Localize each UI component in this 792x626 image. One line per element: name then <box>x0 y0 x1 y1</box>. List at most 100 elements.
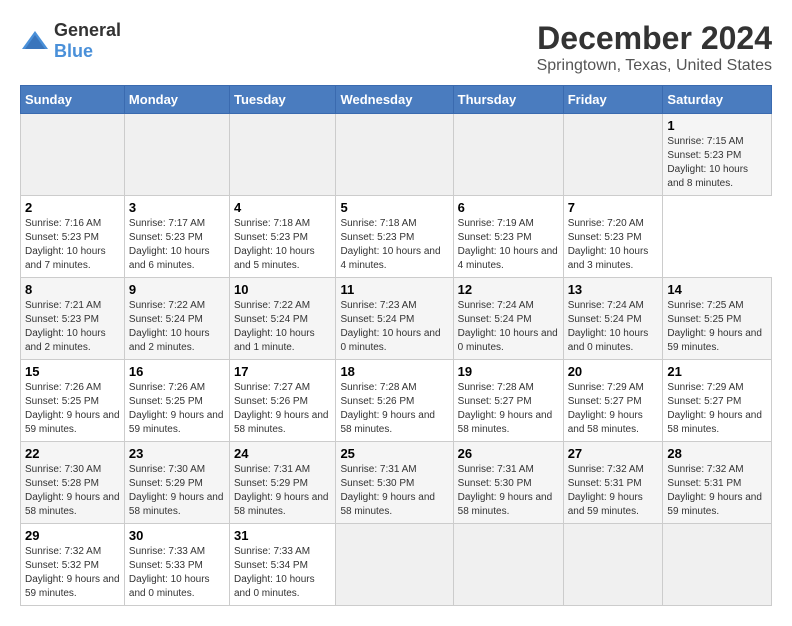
day-cell: 17 Sunrise: 7:27 AM Sunset: 5:26 PM Dayli… <box>229 360 335 442</box>
day-number: 27 <box>568 446 659 461</box>
day-info: Sunrise: 7:32 AM Sunset: 5:31 PM Dayligh… <box>568 463 659 519</box>
day-number: 16 <box>129 364 225 379</box>
day-cell: 13 Sunrise: 7:24 AM Sunset: 5:24 PM Dayli… <box>563 278 663 360</box>
day-info: Sunrise: 7:21 AM Sunset: 5:23 PM Dayligh… <box>25 299 120 355</box>
day-cell <box>336 114 453 196</box>
day-number: 24 <box>234 446 331 461</box>
logo-text: General Blue <box>54 20 121 62</box>
day-cell: 6 Sunrise: 7:19 AM Sunset: 5:23 PM Daylig… <box>453 196 563 278</box>
day-info: Sunrise: 7:33 AM Sunset: 5:34 PM Dayligh… <box>234 545 331 601</box>
header-tuesday: Tuesday <box>229 86 335 114</box>
header-thursday: Thursday <box>453 86 563 114</box>
day-number: 4 <box>234 200 331 215</box>
day-cell: 9Sunrise: 7:22 AM Sunset: 5:24 PM Daylig… <box>124 278 229 360</box>
day-cell: 25 Sunrise: 7:31 AM Sunset: 5:30 PM Dayli… <box>336 442 453 524</box>
day-cell <box>663 524 772 606</box>
day-cell <box>563 524 663 606</box>
day-number: 31 <box>234 528 331 543</box>
day-number: 26 <box>458 446 559 461</box>
day-cell <box>229 114 335 196</box>
header-monday: Monday <box>124 86 229 114</box>
day-cell: 2Sunrise: 7:16 AM Sunset: 5:23 PM Daylig… <box>21 196 125 278</box>
day-info: Sunrise: 7:28 AM Sunset: 5:26 PM Dayligh… <box>340 381 448 437</box>
day-cell <box>336 524 453 606</box>
week-row-1: 2Sunrise: 7:16 AM Sunset: 5:23 PM Daylig… <box>21 196 772 278</box>
day-info: Sunrise: 7:18 AM Sunset: 5:23 PM Dayligh… <box>340 217 448 273</box>
day-cell: 19Sunrise: 7:28 AM Sunset: 5:27 PM Dayli… <box>453 360 563 442</box>
logo: General Blue <box>20 20 121 62</box>
day-info: Sunrise: 7:27 AM Sunset: 5:26 PM Dayligh… <box>234 381 331 437</box>
day-info: Sunrise: 7:33 AM Sunset: 5:33 PM Dayligh… <box>129 545 225 601</box>
day-info: Sunrise: 7:26 AM Sunset: 5:25 PM Dayligh… <box>25 381 120 437</box>
day-info: Sunrise: 7:31 AM Sunset: 5:30 PM Dayligh… <box>458 463 559 519</box>
header-saturday: Saturday <box>663 86 772 114</box>
day-number: 6 <box>458 200 559 215</box>
day-cell: 29 Sunrise: 7:32 AM Sunset: 5:32 PM Dayli… <box>21 524 125 606</box>
day-info: Sunrise: 7:32 AM Sunset: 5:31 PM Dayligh… <box>667 463 767 519</box>
week-row-3: 15Sunrise: 7:26 AM Sunset: 5:25 PM Dayli… <box>21 360 772 442</box>
day-cell: 28 Sunrise: 7:32 AM Sunset: 5:31 PM Dayli… <box>663 442 772 524</box>
day-info: Sunrise: 7:31 AM Sunset: 5:29 PM Dayligh… <box>234 463 331 519</box>
day-info: Sunrise: 7:20 AM Sunset: 5:23 PM Dayligh… <box>568 217 659 273</box>
day-cell: 1Sunrise: 7:15 AM Sunset: 5:23 PM Daylig… <box>663 114 772 196</box>
day-number: 2 <box>25 200 120 215</box>
calendar-table: SundayMondayTuesdayWednesdayThursdayFrid… <box>20 85 772 606</box>
header-sunday: Sunday <box>21 86 125 114</box>
day-cell: 10Sunrise: 7:22 AM Sunset: 5:24 PM Dayli… <box>229 278 335 360</box>
day-number: 5 <box>340 200 448 215</box>
day-cell: 21Sunrise: 7:29 AM Sunset: 5:27 PM Dayli… <box>663 360 772 442</box>
day-number: 17 <box>234 364 331 379</box>
day-cell: 23 Sunrise: 7:30 AM Sunset: 5:29 PM Dayli… <box>124 442 229 524</box>
day-number: 22 <box>25 446 120 461</box>
day-number: 29 <box>25 528 120 543</box>
header-friday: Friday <box>563 86 663 114</box>
week-row-2: 8 Sunrise: 7:21 AM Sunset: 5:23 PM Daylig… <box>21 278 772 360</box>
day-info: Sunrise: 7:31 AM Sunset: 5:30 PM Dayligh… <box>340 463 448 519</box>
logo-general: General <box>54 20 121 40</box>
day-cell: 24 Sunrise: 7:31 AM Sunset: 5:29 PM Dayli… <box>229 442 335 524</box>
day-info: Sunrise: 7:19 AM Sunset: 5:23 PM Dayligh… <box>458 217 559 273</box>
day-cell: 4 Sunrise: 7:18 AM Sunset: 5:23 PM Daylig… <box>229 196 335 278</box>
week-row-0: 1Sunrise: 7:15 AM Sunset: 5:23 PM Daylig… <box>21 114 772 196</box>
day-number: 8 <box>25 282 120 297</box>
day-info: Sunrise: 7:28 AM Sunset: 5:27 PM Dayligh… <box>458 381 559 437</box>
day-cell: 11Sunrise: 7:23 AM Sunset: 5:24 PM Dayli… <box>336 278 453 360</box>
title-area: December 2024 Springtown, Texas, United … <box>537 20 772 75</box>
day-info: Sunrise: 7:18 AM Sunset: 5:23 PM Dayligh… <box>234 217 331 273</box>
day-cell: 20Sunrise: 7:29 AM Sunset: 5:27 PM Dayli… <box>563 360 663 442</box>
day-info: Sunrise: 7:26 AM Sunset: 5:25 PM Dayligh… <box>129 381 225 437</box>
day-cell: 22 Sunrise: 7:30 AM Sunset: 5:28 PM Dayli… <box>21 442 125 524</box>
day-number: 18 <box>340 364 448 379</box>
day-number: 9 <box>129 282 225 297</box>
main-title: December 2024 <box>537 20 772 57</box>
logo-icon <box>20 29 50 53</box>
day-number: 7 <box>568 200 659 215</box>
day-number: 25 <box>340 446 448 461</box>
day-info: Sunrise: 7:32 AM Sunset: 5:32 PM Dayligh… <box>25 545 120 601</box>
day-cell: 30 Sunrise: 7:33 AM Sunset: 5:33 PM Dayli… <box>124 524 229 606</box>
day-info: Sunrise: 7:30 AM Sunset: 5:28 PM Dayligh… <box>25 463 120 519</box>
day-number: 23 <box>129 446 225 461</box>
day-cell: 12Sunrise: 7:24 AM Sunset: 5:24 PM Dayli… <box>453 278 563 360</box>
day-cell: 5 Sunrise: 7:18 AM Sunset: 5:23 PM Daylig… <box>336 196 453 278</box>
day-cell <box>21 114 125 196</box>
day-number: 30 <box>129 528 225 543</box>
day-number: 28 <box>667 446 767 461</box>
day-cell: 14Sunrise: 7:25 AM Sunset: 5:25 PM Dayli… <box>663 278 772 360</box>
day-cell: 16 Sunrise: 7:26 AM Sunset: 5:25 PM Dayli… <box>124 360 229 442</box>
subtitle: Springtown, Texas, United States <box>537 57 772 75</box>
day-number: 13 <box>568 282 659 297</box>
day-cell: 3Sunrise: 7:17 AM Sunset: 5:23 PM Daylig… <box>124 196 229 278</box>
day-cell: 27 Sunrise: 7:32 AM Sunset: 5:31 PM Dayli… <box>563 442 663 524</box>
day-cell: 26 Sunrise: 7:31 AM Sunset: 5:30 PM Dayli… <box>453 442 563 524</box>
day-number: 20 <box>568 364 659 379</box>
day-info: Sunrise: 7:23 AM Sunset: 5:24 PM Dayligh… <box>340 299 448 355</box>
day-info: Sunrise: 7:24 AM Sunset: 5:24 PM Dayligh… <box>568 299 659 355</box>
day-cell: 7 Sunrise: 7:20 AM Sunset: 5:23 PM Daylig… <box>563 196 663 278</box>
day-cell: 15Sunrise: 7:26 AM Sunset: 5:25 PM Dayli… <box>21 360 125 442</box>
day-info: Sunrise: 7:30 AM Sunset: 5:29 PM Dayligh… <box>129 463 225 519</box>
day-cell: 31 Sunrise: 7:33 AM Sunset: 5:34 PM Dayli… <box>229 524 335 606</box>
day-cell <box>453 114 563 196</box>
header-wednesday: Wednesday <box>336 86 453 114</box>
day-cell: 8 Sunrise: 7:21 AM Sunset: 5:23 PM Daylig… <box>21 278 125 360</box>
